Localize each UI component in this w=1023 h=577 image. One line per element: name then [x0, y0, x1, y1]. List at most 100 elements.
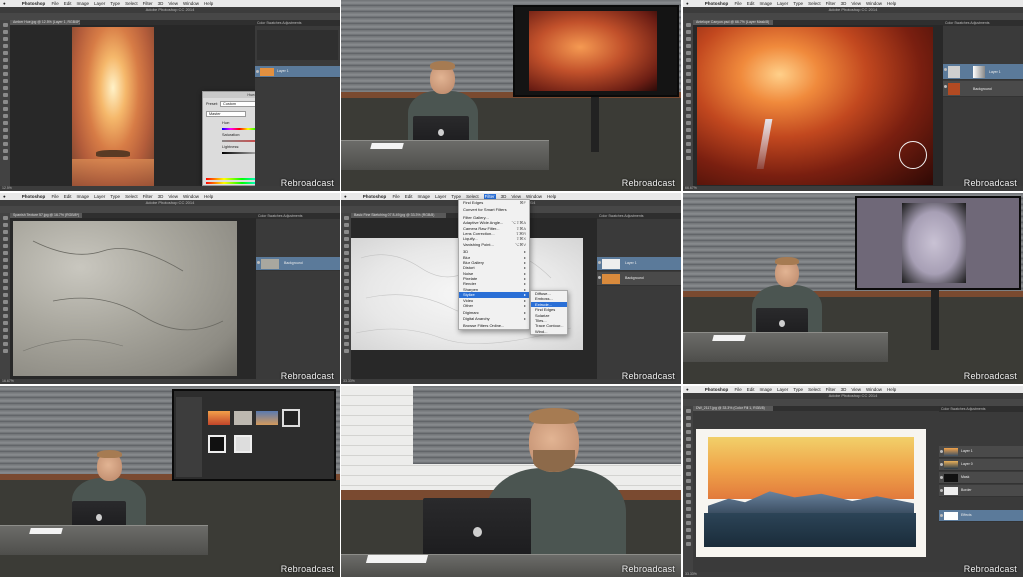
menu-layer[interactable]: Layer [777, 1, 788, 6]
thumb-presenter-closeup[interactable]: Rebroadcast [341, 386, 681, 577]
layer-row[interactable]: Layer 1 [939, 446, 1023, 458]
filter-menu-item[interactable]: Find Edges ⌘F [459, 200, 529, 205]
eye-icon[interactable] [598, 261, 601, 264]
thumb-filter-menu[interactable]: ● Photoshop File Edit Image Layer Type Select F… [341, 193, 681, 384]
menu-item-label: Adaptive Wide Angle... [463, 220, 504, 226]
eye-icon[interactable] [256, 70, 259, 73]
stylize-menu-item[interactable]: Wind... [531, 329, 567, 334]
channel-select[interactable]: Master [206, 111, 246, 117]
menu-type[interactable]: Type [110, 1, 120, 6]
menu-help[interactable]: Help [887, 387, 896, 392]
menu-type[interactable]: Type [110, 194, 120, 199]
eye-icon[interactable] [940, 476, 943, 479]
menu-layer[interactable]: Layer [94, 194, 105, 199]
menu-layer[interactable]: Layer [777, 387, 788, 392]
menu-help[interactable]: Help [204, 1, 213, 6]
watermark: Rebroadcast [963, 564, 1017, 574]
menu-image[interactable]: Image [77, 1, 90, 6]
menu-3d[interactable]: 3D [841, 1, 847, 6]
thumb-hue-saturation[interactable]: ● Photoshop File Edit Image Layer Type Select F… [0, 0, 340, 191]
thumb-iceberg-composite[interactable]: ● Photoshop File Edit Image Layer Type Select F… [683, 386, 1023, 577]
menu-view[interactable]: View [168, 1, 178, 6]
menu-layer[interactable]: Layer [435, 194, 446, 199]
filter-menu-item[interactable]: Digital Anarchy ▸ [459, 316, 529, 321]
layer-row[interactable]: Layer 1 [597, 257, 681, 271]
menu-type[interactable]: Type [793, 387, 803, 392]
filter-menu-item[interactable]: Convert for Smart Filters [459, 207, 529, 212]
eye-icon[interactable] [598, 276, 601, 279]
panel-tabs: Color Swatches Adjustments [939, 406, 1023, 412]
menu-edit[interactable]: Edit [64, 194, 72, 199]
menu-select[interactable]: Select [808, 387, 821, 392]
thumb-presenter-texture[interactable]: Rebroadcast [683, 193, 1023, 384]
canvas-image-iceberg[interactable] [696, 429, 926, 557]
menu-3d[interactable]: 3D [158, 1, 164, 6]
menu-window[interactable]: Window [183, 1, 199, 6]
filter-menu-item[interactable]: Vanishing Point... ⌥⌘V [459, 242, 529, 247]
options-bar [0, 206, 340, 213]
layer-row[interactable]: Layer 1 [943, 64, 1023, 80]
layer-row[interactable]: Layer 0 [939, 459, 1023, 471]
menu-view[interactable]: View [168, 194, 178, 199]
menu-file[interactable]: File [734, 387, 741, 392]
menu-file[interactable]: File [51, 194, 58, 199]
menu-window[interactable]: Window [866, 387, 882, 392]
thumb-presenter-bridge[interactable]: Rebroadcast [0, 386, 340, 577]
layer-row[interactable]: Background [943, 81, 1023, 97]
layer-row[interactable]: Mask [939, 472, 1023, 484]
menu-edit[interactable]: Edit [747, 387, 755, 392]
menu-image[interactable]: Image [760, 1, 773, 6]
eye-icon[interactable] [944, 85, 947, 88]
menu-window[interactable]: Window [183, 194, 199, 199]
menu-help[interactable]: Help [547, 194, 556, 199]
menu-file[interactable]: File [51, 1, 58, 6]
menu-image[interactable]: Image [418, 194, 431, 199]
canvas-image-stone[interactable] [13, 221, 237, 376]
thumb-presenter-canyon[interactable]: Rebroadcast [341, 0, 681, 191]
menu-filter[interactable]: Filter [826, 387, 836, 392]
layer-row[interactable]: Layer 1 [255, 66, 340, 78]
eye-icon[interactable] [940, 450, 943, 453]
layer-name: Background [284, 261, 303, 265]
eye-icon[interactable] [940, 463, 943, 466]
menu-view[interactable]: View [851, 387, 861, 392]
thumb-stone-texture[interactable]: ● Photoshop File Edit Image Layer Type Select F… [0, 193, 340, 384]
menu-view[interactable]: View [851, 1, 861, 6]
layer-row[interactable]: Background [597, 272, 681, 286]
menu-image[interactable]: Image [77, 194, 90, 199]
menu-window[interactable]: Window [866, 1, 882, 6]
canvas-image[interactable] [72, 27, 154, 187]
menu-3d[interactable]: 3D [158, 194, 164, 199]
menu-select[interactable]: Select [808, 1, 821, 6]
canvas-image-canyon[interactable] [697, 27, 933, 185]
thumb-antelope-canyon[interactable]: ● Photoshop File Edit Image Layer Type Select F… [683, 0, 1023, 191]
menu-image[interactable]: Image [760, 387, 773, 392]
eye-icon[interactable] [257, 261, 260, 264]
menu-help[interactable]: Help [887, 1, 896, 6]
filter-menu-item[interactable]: Browse Filters Online... [459, 323, 529, 328]
menu-edit[interactable]: Edit [747, 1, 755, 6]
eye-icon[interactable] [940, 514, 943, 517]
menu-help[interactable]: Help [204, 194, 213, 199]
menu-edit[interactable]: Edit [405, 194, 413, 199]
menu-filter[interactable]: Filter [143, 194, 153, 199]
menu-select[interactable]: Select [125, 1, 138, 6]
menu-file[interactable]: File [392, 194, 399, 199]
menu-select[interactable]: Select [125, 194, 138, 199]
menu-filter[interactable]: Filter [143, 1, 153, 6]
toolbar [341, 213, 351, 379]
eye-icon[interactable] [940, 489, 943, 492]
menu-edit[interactable]: Edit [64, 1, 72, 6]
paper-sheet [365, 555, 429, 563]
layer-row[interactable]: Background [256, 257, 340, 271]
menu-file[interactable]: File [734, 1, 741, 6]
eye-icon[interactable] [944, 68, 947, 71]
filter-menu-item[interactable]: Other ▸ [459, 303, 529, 308]
menu-layer[interactable]: Layer [94, 1, 105, 6]
menu-3d[interactable]: 3D [841, 387, 847, 392]
layer-row[interactable]: Effects [939, 510, 1023, 522]
menu-type[interactable]: Type [793, 1, 803, 6]
bridge-thumb-sky [256, 411, 278, 425]
layer-row[interactable]: Border [939, 485, 1023, 497]
menu-filter[interactable]: Filter [826, 1, 836, 6]
